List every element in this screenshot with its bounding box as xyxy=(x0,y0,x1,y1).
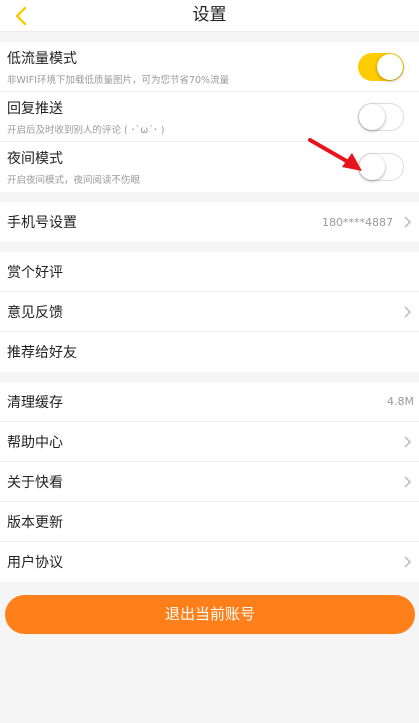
help-center-label: 帮助中心 xyxy=(7,434,63,451)
rate-app-row[interactable]: 赏个好评 xyxy=(0,252,419,292)
low-data-mode-row: 低流量模式 非WIFI环境下加载低质量图片，可为您节省70%流量 xyxy=(0,42,419,92)
phone-number-value: 180****4887 xyxy=(322,215,393,229)
reply-push-toggle[interactable] xyxy=(358,102,404,131)
user-agreement-label: 用户协议 xyxy=(7,555,63,571)
user-agreement-row[interactable]: 用户协议 xyxy=(0,542,419,582)
toggle-knob xyxy=(377,53,403,80)
toggle-knob xyxy=(359,103,385,130)
red-arrow-icon xyxy=(308,138,362,171)
page-title: 设置 xyxy=(192,5,227,25)
feedback-label: 意见反馈 xyxy=(7,304,63,321)
phone-settings-row[interactable]: 手机号设置 180****4887 xyxy=(0,202,419,242)
chevron-right-icon xyxy=(404,476,411,487)
reply-push-desc: 开启后及时收到别人的评论 ( ･`ω´･ ) xyxy=(7,124,165,136)
cache-size-value: 4.8M xyxy=(387,395,414,408)
rate-app-label: 赏个好评 xyxy=(7,264,63,281)
night-mode-label: 夜间模式 xyxy=(7,151,63,167)
night-mode-desc: 开启夜间模式，夜间阅读不伤眼 xyxy=(7,175,141,186)
reply-push-row: 回复推送 开启后及时收到别人的评论 ( ･`ω´･ ) xyxy=(0,92,419,142)
chevron-right-icon xyxy=(404,216,411,228)
version-update-label: 版本更新 xyxy=(7,514,63,531)
top-bar: 设置 xyxy=(0,0,419,32)
phone-settings-label: 手机号设置 xyxy=(7,215,77,231)
help-center-row[interactable]: 帮助中心 xyxy=(0,422,419,462)
reply-push-label: 回复推送 xyxy=(7,100,63,117)
low-data-mode-toggle[interactable] xyxy=(358,52,404,81)
version-update-row[interactable]: 版本更新 xyxy=(0,502,419,542)
social-group: 赏个好评 意见反馈 推荐给好友 xyxy=(0,252,419,372)
logout-button[interactable]: 退出当前账号 xyxy=(5,595,415,634)
clear-cache-row[interactable]: 清理缓存 4.8M xyxy=(0,382,419,422)
feedback-row[interactable]: 意见反馈 xyxy=(0,292,419,332)
phone-group: 手机号设置 180****4887 xyxy=(0,202,419,242)
low-data-mode-label: 低流量模式 xyxy=(7,50,77,67)
misc-group: 清理缓存 4.8M 帮助中心 关于快看 版本更新 用户协议 xyxy=(0,382,419,582)
low-data-mode-desc: 非WIFI环境下加载低质量图片，可为您节省70%流量 xyxy=(7,74,230,86)
clear-cache-label: 清理缓存 xyxy=(7,394,63,411)
about-label: 关于快看 xyxy=(7,474,63,491)
about-row[interactable]: 关于快看 xyxy=(0,462,419,502)
recommend-label: 推荐给好友 xyxy=(7,345,77,361)
chevron-right-icon xyxy=(404,556,411,568)
recommend-row[interactable]: 推荐给好友 xyxy=(0,332,419,372)
chevron-right-icon xyxy=(404,436,411,447)
chevron-right-icon xyxy=(404,306,411,317)
